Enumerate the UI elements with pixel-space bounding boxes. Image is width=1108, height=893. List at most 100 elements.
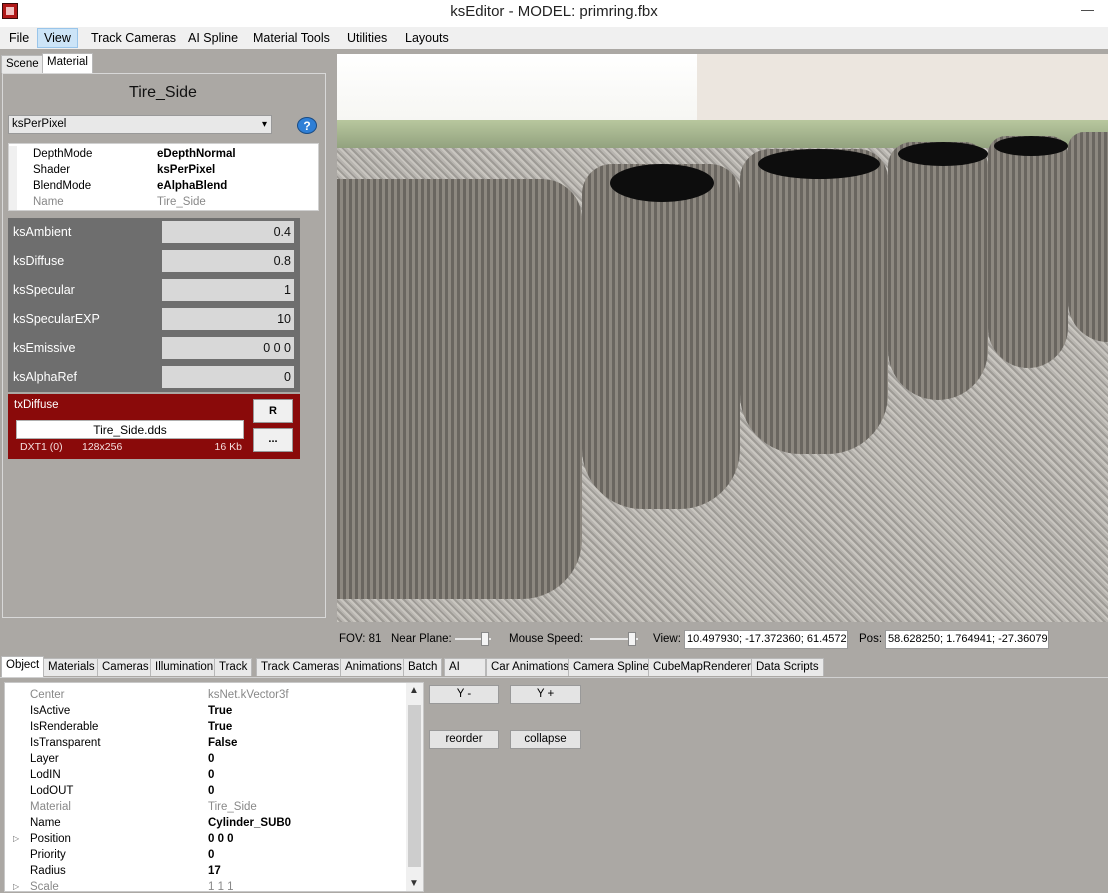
menu-ai-spline[interactable]: AI Spline: [181, 28, 245, 48]
tab-data-scripts[interactable]: Data Scripts: [751, 658, 824, 676]
bottom-tabstrip: Object Materials Cameras Illumination Tr…: [0, 656, 1108, 677]
tab-animations[interactable]: Animations: [340, 658, 407, 676]
texture-slot: txDiffuse Tire_Side.dds DXT1 (0) 128x256…: [8, 394, 300, 459]
tab-scene[interactable]: Scene: [1, 55, 44, 73]
variable-value-input[interactable]: 0.4: [162, 221, 294, 243]
slider-thumb[interactable]: [628, 632, 636, 646]
browse-texture-button[interactable]: ...: [253, 428, 293, 452]
scroll-down-icon[interactable]: ▼: [409, 878, 419, 889]
shader-variables: ksAmbient 0.4 ksDiffuse 0.8 ksSpecular 1…: [8, 218, 300, 392]
object-panel: Center ksNet.kVector3f IsActive True IsR…: [0, 677, 1108, 893]
y-plus-button[interactable]: Y +: [510, 685, 581, 704]
property-key: BlendMode: [33, 180, 92, 192]
menu-file[interactable]: File: [2, 28, 36, 48]
grid-scrollbar[interactable]: ▲ ▼: [406, 683, 423, 891]
tab-object[interactable]: Object: [1, 656, 45, 677]
menu-material-tools[interactable]: Material Tools: [246, 28, 337, 48]
pos-label: Pos:: [859, 633, 883, 645]
grid-row[interactable]: IsActive True: [5, 703, 407, 719]
help-icon[interactable]: ?: [297, 117, 317, 134]
grid-key: IsActive: [30, 705, 71, 717]
tab-material[interactable]: Material: [42, 53, 93, 74]
texture-filename[interactable]: Tire_Side.dds: [16, 420, 244, 439]
material-panel: Tire_Side ksPerPixel ▾ ? DepthMode eDept…: [2, 73, 326, 618]
near-plane-slider[interactable]: [455, 632, 491, 646]
menu-utilities[interactable]: Utilities: [340, 28, 394, 48]
variable-value-input[interactable]: 10: [162, 308, 294, 330]
variable-value-input[interactable]: 1: [162, 279, 294, 301]
view-coordinates-field[interactable]: 10.497930; -17.372360; 61.45726: [684, 630, 848, 649]
property-key: DepthMode: [33, 148, 93, 160]
grid-row[interactable]: Name Cylinder_SUB0: [5, 815, 407, 831]
mouse-speed-label: Mouse Speed:: [509, 633, 584, 645]
grid-row[interactable]: IsRenderable True: [5, 719, 407, 735]
property-value: eDepthNormal: [157, 148, 236, 160]
y-minus-button[interactable]: Y -: [429, 685, 499, 704]
grid-value: 0: [208, 849, 215, 861]
reorder-button[interactable]: reorder: [429, 730, 499, 749]
tire-hole: [610, 164, 714, 202]
grid-row[interactable]: IsTransparent False: [5, 735, 407, 751]
tab-cubemap-renderer[interactable]: CubeMapRenderer: [648, 658, 756, 676]
tab-cameras[interactable]: Cameras: [97, 658, 154, 676]
slider-thumb[interactable]: [481, 632, 489, 646]
menu-view[interactable]: View: [37, 28, 78, 48]
grid-row[interactable]: Material Tire_Side: [5, 799, 407, 815]
grid-key: IsTransparent: [30, 737, 101, 749]
reload-texture-button[interactable]: R: [253, 399, 293, 423]
grid-key: LodOUT: [30, 785, 74, 797]
grid-row[interactable]: LodOUT 0: [5, 783, 407, 799]
menu-layouts[interactable]: Layouts: [398, 28, 456, 48]
grid-value: 17: [208, 865, 221, 877]
tire-model: [1068, 132, 1108, 342]
tab-track-cameras[interactable]: Track Cameras: [256, 658, 345, 676]
scroll-up-icon[interactable]: ▲: [409, 685, 419, 696]
grid-row[interactable]: LodIN 0: [5, 767, 407, 783]
tab-car-animations[interactable]: Car Animations: [486, 658, 574, 676]
expand-icon[interactable]: ▷: [13, 879, 19, 891]
variable-value-input[interactable]: 0.8: [162, 250, 294, 272]
scrollbar-thumb[interactable]: [408, 705, 421, 867]
property-row[interactable]: Name Tire_Side: [9, 194, 318, 210]
grid-row[interactable]: Priority 0: [5, 847, 407, 863]
expand-icon[interactable]: ▷: [13, 831, 19, 847]
shader-dropdown[interactable]: ksPerPixel ▾: [8, 115, 272, 134]
3d-viewport[interactable]: [337, 54, 1108, 622]
tab-camera-spline[interactable]: Camera Spline: [568, 658, 655, 676]
grid-value: Cylinder_SUB0: [208, 817, 292, 829]
tab-materials[interactable]: Materials: [43, 658, 100, 676]
variable-row: ksAmbient 0.4: [8, 218, 300, 247]
variable-value-input[interactable]: 0 0 0: [162, 337, 294, 359]
title-bar: ksEditor - MODEL: primring.fbx —: [0, 0, 1108, 27]
grid-row[interactable]: Radius 17: [5, 863, 407, 879]
property-row[interactable]: BlendMode eAlphaBlend: [9, 178, 318, 194]
row-header-cell: [9, 178, 17, 194]
collapse-button[interactable]: collapse: [510, 730, 581, 749]
variable-name: ksEmissive: [13, 341, 76, 355]
mouse-speed-slider[interactable]: [590, 632, 638, 646]
property-row[interactable]: Shader ksPerPixel: [9, 162, 318, 178]
tab-track[interactable]: Track: [214, 658, 253, 676]
grid-row[interactable]: Layer 0: [5, 751, 407, 767]
minimize-button[interactable]: —: [1081, 2, 1094, 17]
texture-format: DXT1 (0): [20, 441, 63, 453]
grid-key: Name: [30, 817, 61, 829]
viewport-building: [697, 54, 1108, 120]
tab-batch[interactable]: Batch: [403, 658, 443, 676]
pos-coordinates-field[interactable]: 58.628250; 1.764941; -27.360790: [885, 630, 1049, 649]
row-header-cell: [9, 146, 17, 162]
property-row[interactable]: DepthMode eDepthNormal: [9, 146, 318, 162]
grid-key: Material: [30, 801, 71, 813]
grid-row[interactable]: Center ksNet.kVector3f: [5, 687, 407, 703]
menu-track-cameras[interactable]: Track Cameras: [84, 28, 183, 48]
tab-ai[interactable]: AI: [444, 658, 486, 676]
tab-illumination[interactable]: Illumination: [150, 658, 219, 676]
view-label: View:: [653, 633, 681, 645]
grid-row[interactable]: ▷ Position 0 0 0: [5, 831, 407, 847]
chevron-down-icon: ▾: [261, 119, 267, 130]
grid-key: Layer: [30, 753, 59, 765]
variable-value-input[interactable]: 0: [162, 366, 294, 388]
grid-key: Scale: [30, 881, 59, 892]
grid-row[interactable]: ▷ Scale 1 1 1: [5, 879, 407, 892]
variable-row: ksSpecular 1: [8, 276, 300, 305]
